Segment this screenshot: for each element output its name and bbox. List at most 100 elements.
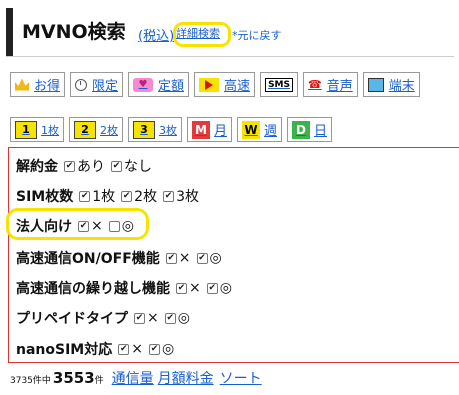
checkbox[interactable] bbox=[78, 220, 89, 232]
checkbox[interactable] bbox=[64, 160, 75, 172]
quantity-label: 3枚 bbox=[159, 123, 177, 137]
period-month-button[interactable]: M 月 bbox=[187, 117, 233, 142]
option-label: 2枚 bbox=[134, 189, 158, 205]
checkbox[interactable] bbox=[108, 220, 120, 232]
checkbox-option[interactable]: × bbox=[176, 280, 201, 296]
filter-label: プリペイドタイプ bbox=[16, 311, 128, 327]
page-title: MVNO検索 bbox=[22, 21, 126, 43]
option-label: × bbox=[178, 250, 191, 266]
number-2-icon: 2 bbox=[74, 120, 96, 139]
quantity-period-row: 1 1枚 2 2枚 3 3枚 M 月 W 週 D 日 bbox=[10, 117, 333, 142]
checkbox-option[interactable]: 3枚 bbox=[163, 186, 199, 206]
filter-cancel-fee: 解約金 あり なし bbox=[16, 156, 158, 176]
category-label: 端末 bbox=[388, 79, 415, 94]
checkbox-option[interactable]: 2枚 bbox=[121, 186, 157, 206]
checkbox[interactable] bbox=[118, 343, 130, 355]
arrow-icon bbox=[199, 77, 220, 92]
category-voice-button[interactable]: ☎ 音声 bbox=[302, 72, 358, 97]
quantity-label: 1枚 bbox=[41, 123, 59, 137]
header-accent-bar bbox=[6, 8, 13, 56]
checkbox[interactable] bbox=[196, 252, 208, 264]
quantity-2-button[interactable]: 2 2枚 bbox=[69, 117, 123, 142]
checkbox-option[interactable]: なし bbox=[111, 156, 152, 176]
phone-icon: ☎ bbox=[307, 78, 322, 91]
sort-link[interactable]: ソート bbox=[220, 368, 262, 388]
option-label: × bbox=[131, 341, 143, 357]
category-label: 定額 bbox=[158, 79, 185, 94]
checkbox[interactable] bbox=[148, 343, 160, 355]
option-label: 1枚 bbox=[92, 189, 116, 205]
sort-by-data-link[interactable]: 通信量 bbox=[112, 368, 154, 388]
quantity-1-button[interactable]: 1 1枚 bbox=[10, 117, 64, 142]
checkbox-option[interactable]: × bbox=[118, 341, 143, 357]
checkbox[interactable] bbox=[111, 160, 122, 172]
reset-link[interactable]: *元に戻す bbox=[232, 27, 282, 43]
filter-corporate: 法人向け × ◎ bbox=[16, 216, 140, 236]
checkbox-option[interactable]: ◎ bbox=[196, 250, 222, 266]
clock-icon bbox=[75, 78, 88, 91]
filter-label: 高速通信ON/OFF機能 bbox=[16, 251, 160, 267]
option-label: なし bbox=[124, 159, 152, 175]
checkbox-option[interactable]: × bbox=[165, 250, 191, 266]
filter-nanosim: nanoSIM対応 × ◎ bbox=[16, 339, 180, 359]
period-label: 週 bbox=[264, 124, 278, 139]
checkbox[interactable] bbox=[206, 282, 218, 294]
category-highspeed-button[interactable]: 高速 bbox=[194, 72, 256, 97]
period-week-button[interactable]: W 週 bbox=[237, 117, 283, 142]
category-label: 高速 bbox=[224, 79, 251, 94]
period-day-button[interactable]: D 日 bbox=[287, 117, 333, 142]
checkbox-option[interactable]: ◎ bbox=[206, 280, 232, 296]
quantity-label: 2枚 bbox=[100, 123, 118, 137]
category-device-button[interactable]: 端末 bbox=[362, 72, 420, 97]
day-icon: D bbox=[292, 120, 311, 139]
week-icon: W bbox=[242, 120, 261, 139]
checkbox-option[interactable]: × bbox=[134, 310, 159, 326]
sms-icon: SMS bbox=[265, 77, 293, 92]
checkbox[interactable] bbox=[79, 190, 91, 202]
option-label: ◎ bbox=[209, 250, 222, 266]
category-label: お得 bbox=[34, 79, 61, 94]
result-count: 3553 bbox=[52, 369, 95, 387]
category-row: お得 限定 ♥ 定額 高速 SMS ☎ 音声 端末 bbox=[10, 72, 420, 97]
result-footer: 3735件中 3553 件 通信量 月額料金 ソート bbox=[10, 368, 262, 388]
quantity-3-button[interactable]: 3 3枚 bbox=[128, 117, 182, 142]
filter-label: 解約金 bbox=[16, 159, 58, 175]
category-label: 音声 bbox=[326, 79, 353, 94]
total-count: 3735件中 bbox=[10, 376, 51, 386]
sort-by-price-link[interactable]: 月額料金 bbox=[158, 368, 214, 388]
filter-sim-count: SIM枚数 1枚 2枚 3枚 bbox=[16, 186, 205, 206]
checkbox-option[interactable]: ◎ bbox=[108, 218, 134, 234]
filter-label: 法人向け bbox=[16, 219, 72, 235]
checkbox-option[interactable]: × bbox=[78, 218, 103, 234]
option-label: あり bbox=[77, 159, 105, 175]
checkbox[interactable] bbox=[163, 190, 175, 202]
option-label: × bbox=[91, 218, 103, 234]
month-icon: M bbox=[192, 120, 210, 139]
period-label: 月 bbox=[214, 124, 228, 139]
checkbox-option[interactable]: ◎ bbox=[164, 310, 190, 326]
checkbox-option[interactable]: ◎ bbox=[148, 341, 174, 357]
category-deal-button[interactable]: お得 bbox=[10, 72, 66, 97]
filter-carry-over: 高速通信の繰り越し機能 × ◎ bbox=[16, 278, 238, 298]
filter-speed-toggle: 高速通信ON/OFF機能 × ◎ bbox=[16, 248, 228, 268]
checkbox[interactable] bbox=[164, 312, 176, 324]
filter-label: nanoSIM対応 bbox=[16, 342, 113, 358]
checkbox[interactable] bbox=[121, 190, 133, 202]
checkbox[interactable] bbox=[176, 282, 187, 294]
detail-search-link[interactable]: 詳細検索 bbox=[176, 25, 220, 41]
category-flatrate-button[interactable]: ♥ 定額 bbox=[128, 72, 190, 97]
option-label: ◎ bbox=[121, 218, 134, 234]
period-label: 日 bbox=[314, 124, 328, 139]
category-limited-button[interactable]: 限定 bbox=[70, 72, 124, 97]
filter-label: SIM枚数 bbox=[16, 189, 74, 205]
page-header: MVNO検索 (税込) 詳細検索 *元に戻す bbox=[6, 8, 454, 57]
checkbox[interactable] bbox=[134, 312, 145, 324]
tax-link[interactable]: (税込) bbox=[138, 25, 174, 44]
checkbox-option[interactable]: あり bbox=[64, 156, 105, 176]
hearts-icon: ♥ bbox=[133, 77, 154, 92]
category-sms-button[interactable]: SMS bbox=[260, 72, 298, 97]
result-count-unit: 件 bbox=[94, 376, 104, 386]
filter-prepaid: プリペイドタイプ × ◎ bbox=[16, 308, 196, 328]
checkbox-option[interactable]: 1枚 bbox=[79, 186, 115, 206]
checkbox[interactable] bbox=[165, 252, 177, 264]
